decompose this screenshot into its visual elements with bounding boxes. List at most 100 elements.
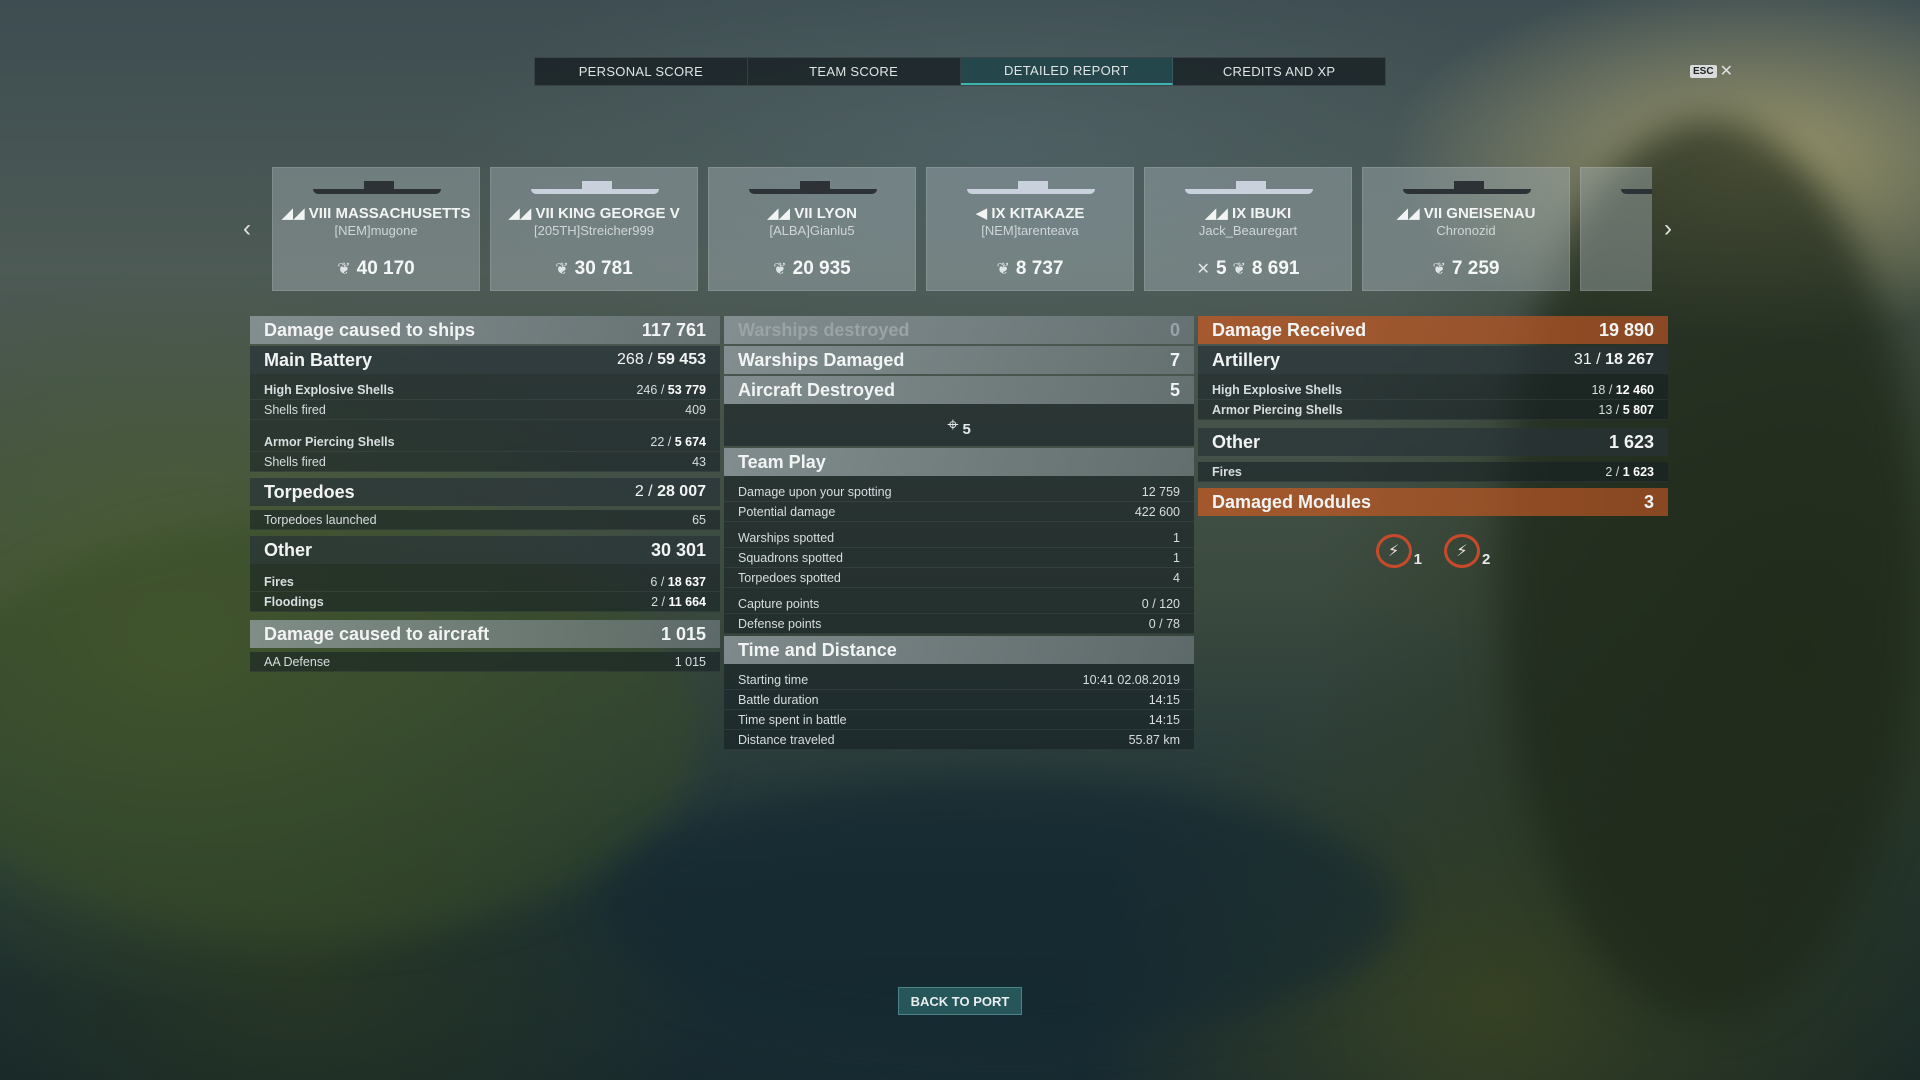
stat-row: Warships spotted 1 (724, 528, 1194, 548)
time-distance-header: Time and Distance (724, 636, 1194, 664)
player-name: [205TH]Streicher999 (534, 223, 654, 238)
ship-name: ◢◢ VII KING GEORGE V (508, 205, 680, 222)
laurel-icon: ❦ (555, 261, 569, 278)
close-icon: ✕ (1719, 63, 1733, 80)
player-card[interactable]: ◢◢ VIII MASSACHUSETTS [NEM]mugone ❦ 40 170 (272, 167, 480, 291)
ship-class-icon: ◢◢ (508, 205, 532, 222)
laurel-icon: ❦ (996, 261, 1010, 278)
he-fired-row: Shells fired 409 (250, 400, 720, 420)
kills-icon: ✕ (1196, 261, 1210, 278)
module-item: ⚡ 2 (1444, 534, 1490, 568)
player-name: [ALBA]Gianlu5 (769, 223, 855, 238)
stat-row: Defense points 0 / 78 (724, 614, 1194, 634)
back-to-port-button[interactable]: BACK TO PORT (898, 987, 1022, 1015)
torpedoes-launched-row: Torpedoes launched 65 (250, 510, 720, 530)
received-he-row: High Explosive Shells 18 / 12 460 (1198, 380, 1668, 400)
stat-row: Potential damage 422 600 (724, 502, 1194, 522)
fires-row: Fires 6 / 18 637 (250, 572, 720, 592)
ship-silhouette-icon (1621, 180, 1652, 194)
summary-column: Warships destroyed 0 Warships Damaged 7 Ai… (724, 316, 1194, 750)
ship-silhouette-icon (967, 180, 1095, 194)
ship-silhouette-icon (313, 180, 441, 194)
player-cards: ◢◢ VIII MASSACHUSETTS [NEM]mugone ❦ 40 170 ◢… (272, 167, 1652, 292)
stat-row: Torpedoes spotted 4 (724, 568, 1194, 588)
aircraft-count: 5 (962, 420, 971, 438)
next-arrow-icon[interactable]: › (1664, 215, 1672, 243)
laurel-icon: ❦ (1232, 261, 1246, 278)
warships-damaged-header: Warships Damaged 7 (724, 346, 1194, 374)
player-card[interactable]: ◢◢ IX IBUKI Jack_Beauregart ✕ 5 ❦ 8 691 (1144, 167, 1352, 291)
esc-close-button[interactable]: ESC ✕ (1690, 61, 1733, 81)
tab-team-score[interactable]: TEAM SCORE (748, 58, 961, 85)
esc-key-label: ESC (1690, 64, 1717, 78)
received-other-panel: Fires 2 / 1 623 (1198, 462, 1668, 482)
received-ap-row: Armor Piercing Shells 13 / 5 807 (1198, 400, 1668, 420)
aircraft-icon-panel: ⌖ 5 (724, 404, 1194, 446)
player-card[interactable]: ◢◢ VII LYON [ALBA]Gianlu5 ❦ 20 935 (708, 167, 916, 291)
player-name: Chronozid (1436, 223, 1496, 238)
aa-panel: AA Defense 1 015 (250, 652, 720, 672)
laurel-icon: ❦ (773, 261, 787, 278)
tab-detailed-report[interactable]: DETAILED REPORT (960, 58, 1174, 85)
player-card[interactable]: ◢◢ VII KING GEORGE V [205TH]Streicher999 ❦… (490, 167, 698, 291)
warships-destroyed-header: Warships destroyed 0 (724, 316, 1194, 344)
stat-row: Time spent in battle 14:15 (724, 710, 1194, 730)
time-distance-panel: Starting time 10:41 02.08.2019 Battle dura… (724, 664, 1194, 750)
received-other-header: Other 1 623 (1198, 428, 1668, 456)
team-play-header: Team Play (724, 448, 1194, 476)
stat-row: Squadrons spotted 1 (724, 548, 1194, 568)
other-header: Other 30 301 (250, 536, 720, 564)
laurel-icon: ❦ (337, 261, 351, 278)
ship-silhouette-icon (1403, 180, 1531, 194)
damage-dealt-column: Damage caused to ships 117 761 Main Batte… (250, 316, 720, 672)
damage-aircraft-header: Damage caused to aircraft 1 015 (250, 620, 720, 648)
module-item: ⚡ 1 (1375, 534, 1422, 568)
stat-row: Distance traveled 55.87 km (724, 730, 1194, 750)
ap-fired-row: Shells fired 43 (250, 452, 720, 472)
stat-row: Battle duration 14:15 (724, 690, 1194, 710)
base-xp-score: ❦ 40 170 (337, 258, 415, 279)
damaged-modules-icons: ⚡ 1 ⚡ 2 (1198, 516, 1668, 586)
artillery-header: Artillery 31 / 18 267 (1198, 346, 1668, 374)
torpedoes-header: Torpedoes 2 / 28 007 (250, 478, 720, 506)
received-fires-row: Fires 2 / 1 623 (1198, 462, 1668, 482)
ship-class-icon: ◢◢ (281, 205, 305, 222)
player-card[interactable]: ◀ IX KITAKAZE [NEM]tarenteava ❦ 8 737 (926, 167, 1134, 291)
other-panel: Fires 6 / 18 637 Floodings 2 / 11 664 (250, 564, 720, 612)
player-card[interactable]: ◀ [170 (1580, 167, 1652, 291)
ship-class-icon: ◢◢ (766, 205, 791, 222)
base-xp-score: ❦ 7 259 (1432, 258, 1500, 279)
artillery-panel: High Explosive Shells 18 / 12 460 Armor P… (1198, 374, 1668, 420)
ship-silhouette-icon (749, 180, 877, 194)
base-xp-score: ❦ 8 737 (996, 258, 1064, 279)
stat-row: Damage upon your spotting 12 759 (724, 482, 1194, 502)
damage-ships-header: Damage caused to ships 117 761 (250, 316, 720, 344)
damaged-modules-header: Damaged Modules 3 (1198, 488, 1668, 516)
player-name: [NEM]tarenteava (981, 223, 1079, 238)
main-battery-header: Main Battery 268 / 59 453 (250, 346, 720, 374)
base-xp-score: ❦ 20 935 (773, 258, 851, 279)
player-name: Jack_Beauregart (1198, 223, 1298, 238)
ship-name: ◢◢ IX IBUKI (1204, 205, 1292, 222)
tab-credits-xp[interactable]: CREDITS AND XP (1173, 58, 1385, 85)
ship-class-icon: ◀ (975, 205, 988, 222)
laurel-icon: ❦ (1432, 261, 1446, 278)
player-card[interactable]: ◢◢ VII GNEISENAU Chronozid ❦ 7 259 (1362, 167, 1570, 291)
steering-damaged-icon: ⚡ (1444, 534, 1480, 568)
crosshair-icon: ⌖ (947, 413, 959, 436)
ship-name: ◢◢ VII GNEISENAU (1396, 205, 1536, 222)
stat-row: Starting time 10:41 02.08.2019 (724, 670, 1194, 690)
prev-arrow-icon[interactable]: ‹ (243, 215, 251, 243)
tab-personal-score[interactable]: PERSONAL SCORE (535, 58, 748, 85)
ship-class-icon: ◢◢ (1204, 205, 1228, 222)
tab-bar: PERSONAL SCORE TEAM SCORE DETAILED REPOR… (534, 57, 1386, 86)
player-name: [170 (1581, 223, 1652, 238)
torpedoes-panel: Torpedoes launched 65 (250, 510, 720, 530)
base-xp-score: ❦ 30 781 (555, 258, 633, 279)
ship-silhouette-icon (1185, 180, 1313, 194)
player-name: [NEM]mugone (334, 223, 418, 238)
stat-row: Capture points 0 / 120 (724, 594, 1194, 614)
floodings-row: Floodings 2 / 11 664 (250, 592, 720, 612)
team-play-panel: Damage upon your spotting 12 759 Potential… (724, 476, 1194, 634)
kills-count: 5 (1215, 258, 1227, 279)
